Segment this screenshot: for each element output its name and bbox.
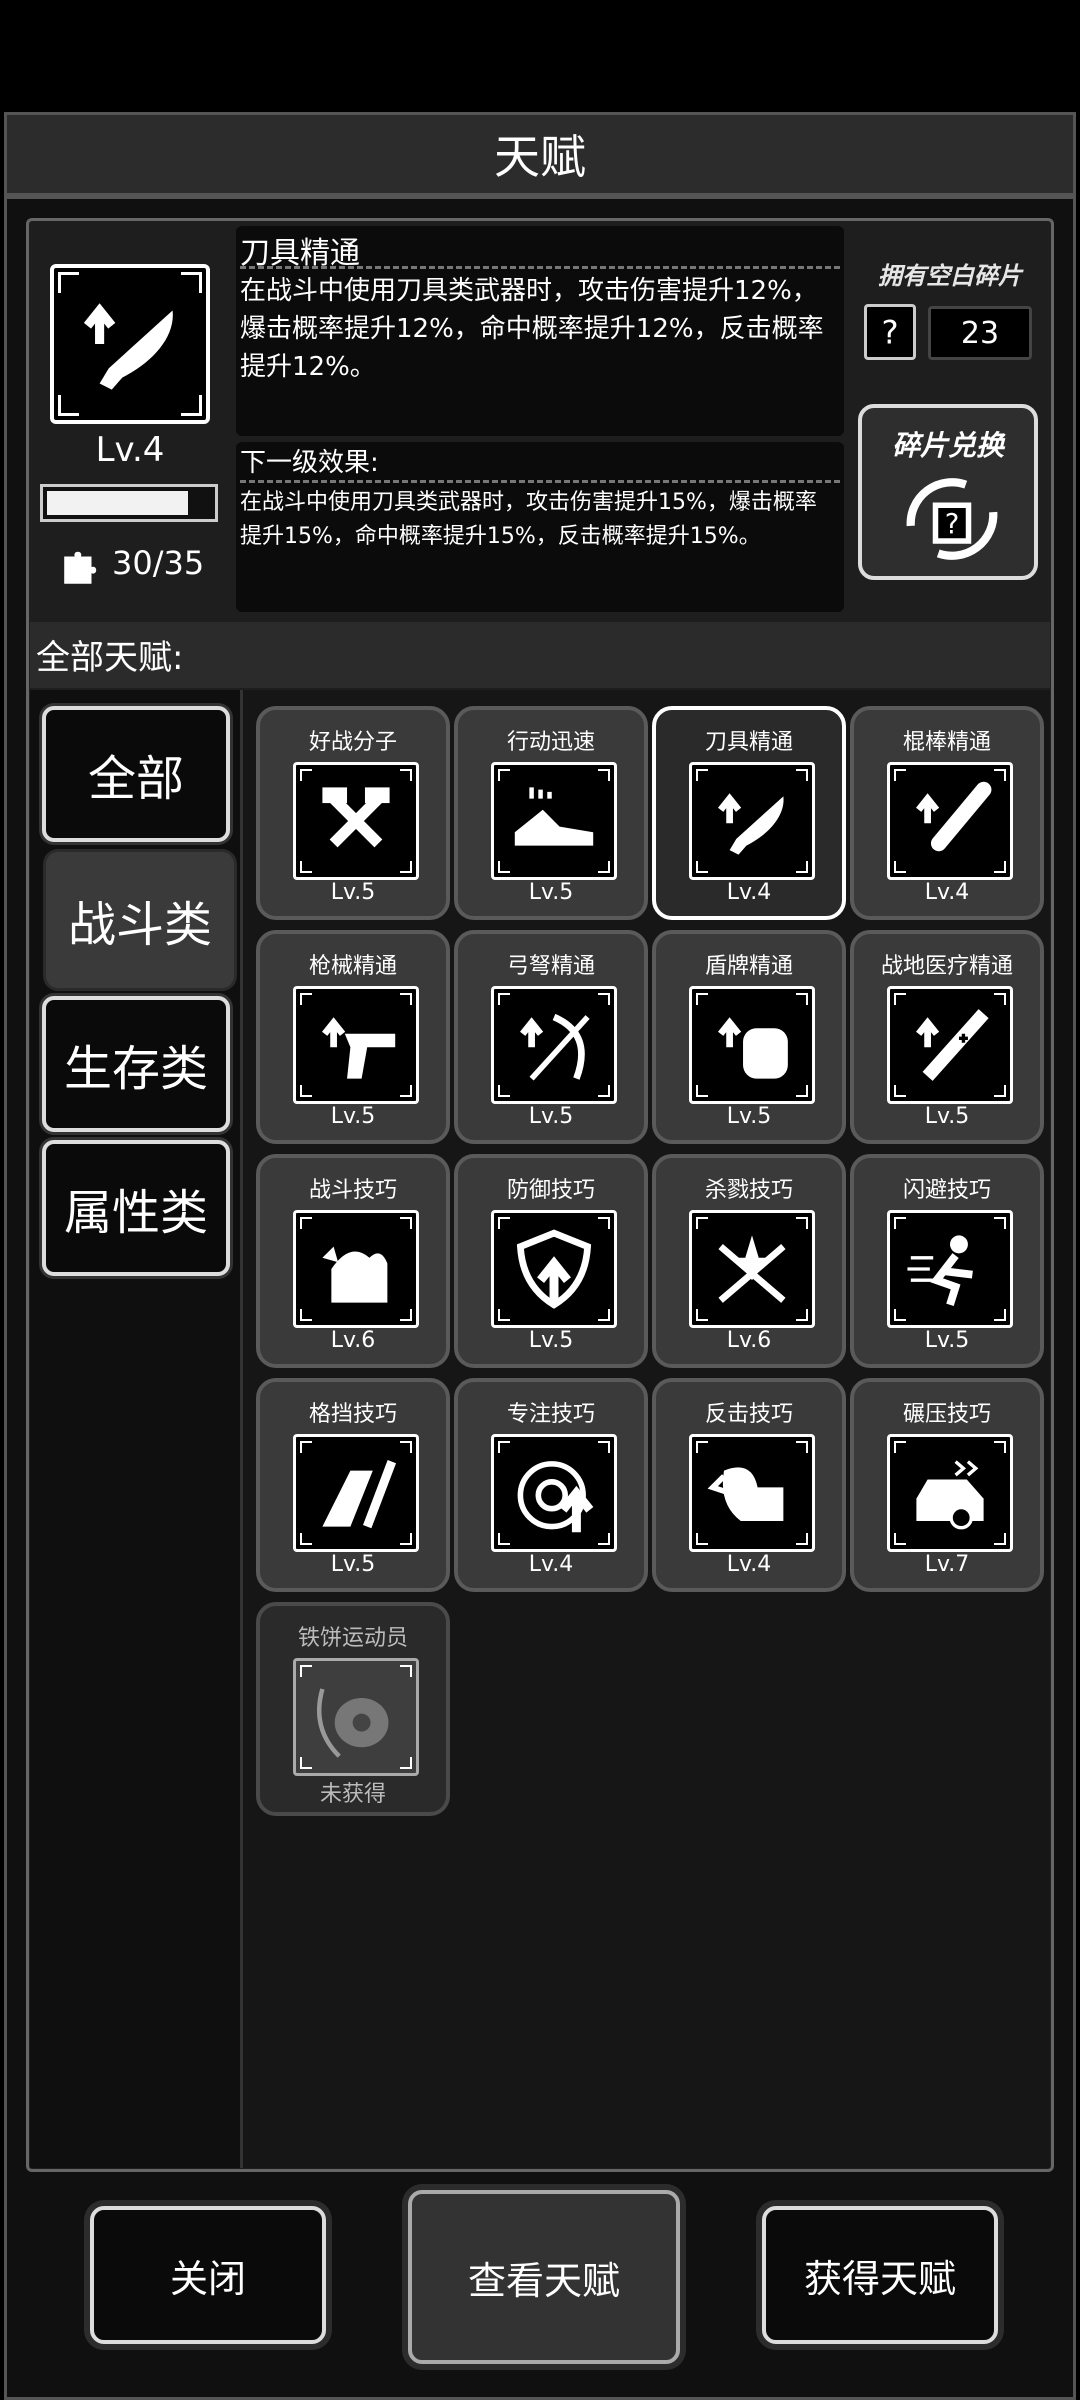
talent-card[interactable]: 枪械精通 Lv.5 xyxy=(256,930,450,1144)
talent-card[interactable]: 好战分子 Lv.5 xyxy=(256,706,450,920)
crossbow-icon xyxy=(491,986,617,1104)
bat-icon xyxy=(887,762,1013,880)
talent-card-name: 弓弩精通 xyxy=(506,954,595,979)
talent-card[interactable]: 战斗技巧 Lv.6 xyxy=(256,1154,450,1368)
talent-card-level: Lv.5 xyxy=(330,1104,376,1129)
close-button[interactable]: 关闭 xyxy=(90,2206,326,2344)
talent-card-level: 未获得 xyxy=(319,1782,386,1807)
next-level-description: 在战斗中使用刀具类武器时，攻击伤害提升15%，爆击概率提升15%，命中概率提升1… xyxy=(240,490,817,549)
talent-card[interactable]: 铁饼运动员 未获得 xyxy=(256,1602,450,1816)
discus-icon xyxy=(293,1658,419,1776)
experience-bar-fill xyxy=(47,491,189,515)
talent-card[interactable]: 杀戮技巧 Lv.6 xyxy=(652,1154,846,1368)
talent-card-level: Lv.4 xyxy=(528,1552,574,1577)
crossed-swords-icon xyxy=(689,1210,815,1328)
talent-card[interactable]: 弓弩精通 Lv.5 xyxy=(454,930,648,1144)
talent-card[interactable]: 棍棒精通 Lv.4 xyxy=(850,706,1044,920)
talent-card-name: 战地医疗精通 xyxy=(880,954,1013,979)
talent-card-name: 格挡技巧 xyxy=(308,1402,397,1427)
talent-card-name: 刀具精通 xyxy=(704,730,793,755)
tab-all[interactable]: 全部 xyxy=(42,706,230,842)
talent-card[interactable]: 碾压技巧 Lv.7 xyxy=(850,1378,1044,1592)
car-crash-icon xyxy=(887,1434,1013,1552)
talent-description-box: 刀具精通 在战斗中使用刀具类武器时，攻击伤害提升12%，爆击概率提升12%，命中… xyxy=(236,226,844,436)
talent-card-name: 棍棒精通 xyxy=(902,730,991,755)
talent-card[interactable]: 格挡技巧 Lv.5 xyxy=(256,1378,450,1592)
talent-card-level: Lv.5 xyxy=(528,1104,574,1129)
next-level-title: 下一级效果: xyxy=(240,448,379,478)
talent-card-level: Lv.4 xyxy=(924,880,970,905)
flexed-arm-icon xyxy=(293,1210,419,1328)
fragment-exchange-button[interactable]: 碎片兑换 ? xyxy=(858,404,1038,580)
knife-icon xyxy=(689,762,815,880)
fragment-exchange-label: 碎片兑换 xyxy=(891,429,1004,462)
talent-card-name: 碾压技巧 xyxy=(902,1402,991,1427)
dodge-icon xyxy=(887,1210,1013,1328)
tab-combat[interactable]: 战斗类 xyxy=(46,852,234,988)
talent-card[interactable]: 闪避技巧 Lv.5 xyxy=(850,1154,1044,1368)
talent-card[interactable]: 行动迅速 Lv.5 xyxy=(454,706,648,920)
talent-card-name: 专注技巧 xyxy=(506,1402,595,1427)
get-talent-button[interactable]: 获得天赋 xyxy=(762,2206,998,2344)
talent-card-level: Lv.7 xyxy=(924,1552,970,1577)
shield-block-icon xyxy=(689,986,815,1104)
talent-card-name: 行动迅速 xyxy=(506,730,595,755)
talent-card-level: Lv.5 xyxy=(528,880,574,905)
experience-bar xyxy=(40,484,218,522)
talent-card-name: 好战分子 xyxy=(308,730,397,755)
all-talents-label: 全部天赋: xyxy=(36,638,184,678)
talent-card-level: Lv.5 xyxy=(330,880,376,905)
talent-card-level: Lv.5 xyxy=(528,1328,574,1353)
pistol-icon xyxy=(293,986,419,1104)
talent-description: 在战斗中使用刀具类武器时，攻击伤害提升12%，爆击概率提升12%，命中概率提升1… xyxy=(240,276,824,382)
shield-arrow-icon xyxy=(491,1210,617,1328)
tab-survival[interactable]: 生存类 xyxy=(42,996,230,1132)
talent-card-name: 反击技巧 xyxy=(704,1402,793,1427)
next-level-box: 下一级效果: 在战斗中使用刀具类武器时，攻击伤害提升15%，爆击概率提升15%，… xyxy=(236,442,844,612)
talent-card-name: 防御技巧 xyxy=(506,1178,595,1203)
puzzle-piece-icon xyxy=(60,546,102,588)
talent-card-level: Lv.5 xyxy=(924,1328,970,1353)
talent-card[interactable]: 专注技巧 Lv.4 xyxy=(454,1378,648,1592)
svg-text:?: ? xyxy=(881,314,898,352)
talent-card[interactable]: 反击技巧 Lv.4 xyxy=(652,1378,846,1592)
svg-text:?: ? xyxy=(945,508,960,540)
talent-card-level: Lv.6 xyxy=(726,1328,772,1353)
fragment-exchange-icon: ? xyxy=(906,478,998,560)
syringe-icon xyxy=(887,986,1013,1104)
talent-card-level: Lv.5 xyxy=(330,1552,376,1577)
title-bar: 天赋 xyxy=(4,112,1076,196)
talent-card-level: Lv.4 xyxy=(726,880,772,905)
fragment-count: 30/35 xyxy=(112,544,205,582)
talent-card-name: 枪械精通 xyxy=(308,954,397,979)
talent-card-level: Lv.4 xyxy=(726,1552,772,1577)
talent-card-name: 铁饼运动员 xyxy=(297,1626,408,1651)
talent-level: Lv.4 xyxy=(95,430,165,470)
talent-card[interactable]: 刀具精通 Lv.4 xyxy=(652,706,846,920)
talent-card-level: Lv.5 xyxy=(924,1104,970,1129)
question-fragment-icon: ? xyxy=(864,304,916,360)
talent-card[interactable]: 防御技巧 Lv.5 xyxy=(454,1154,648,1368)
target-icon xyxy=(491,1434,617,1552)
talent-card[interactable]: 战地医疗精通 Lv.5 xyxy=(850,930,1044,1144)
talent-card[interactable]: 盾牌精通 Lv.5 xyxy=(652,930,846,1144)
counter-hook-icon xyxy=(689,1434,815,1552)
crossed-axes-icon xyxy=(293,762,419,880)
talent-card-level: Lv.5 xyxy=(726,1104,772,1129)
running-shoe-icon xyxy=(491,762,617,880)
view-talent-button[interactable]: 查看天赋 xyxy=(408,2190,680,2364)
talent-card-level: Lv.6 xyxy=(330,1328,376,1353)
blank-fragments-count: 23 xyxy=(928,306,1032,360)
talent-card-name: 盾牌精通 xyxy=(704,954,793,979)
talent-card-name: 闪避技巧 xyxy=(902,1178,991,1203)
talent-card-name: 战斗技巧 xyxy=(308,1178,397,1203)
page-title: 天赋 xyxy=(494,130,586,184)
parry-icon xyxy=(293,1434,419,1552)
selected-talent-icon xyxy=(50,264,210,424)
talent-card-name: 杀戮技巧 xyxy=(704,1178,793,1203)
tab-attribute[interactable]: 属性类 xyxy=(42,1140,230,1276)
blank-fragments-label: 拥有空白碎片 xyxy=(878,262,1022,290)
